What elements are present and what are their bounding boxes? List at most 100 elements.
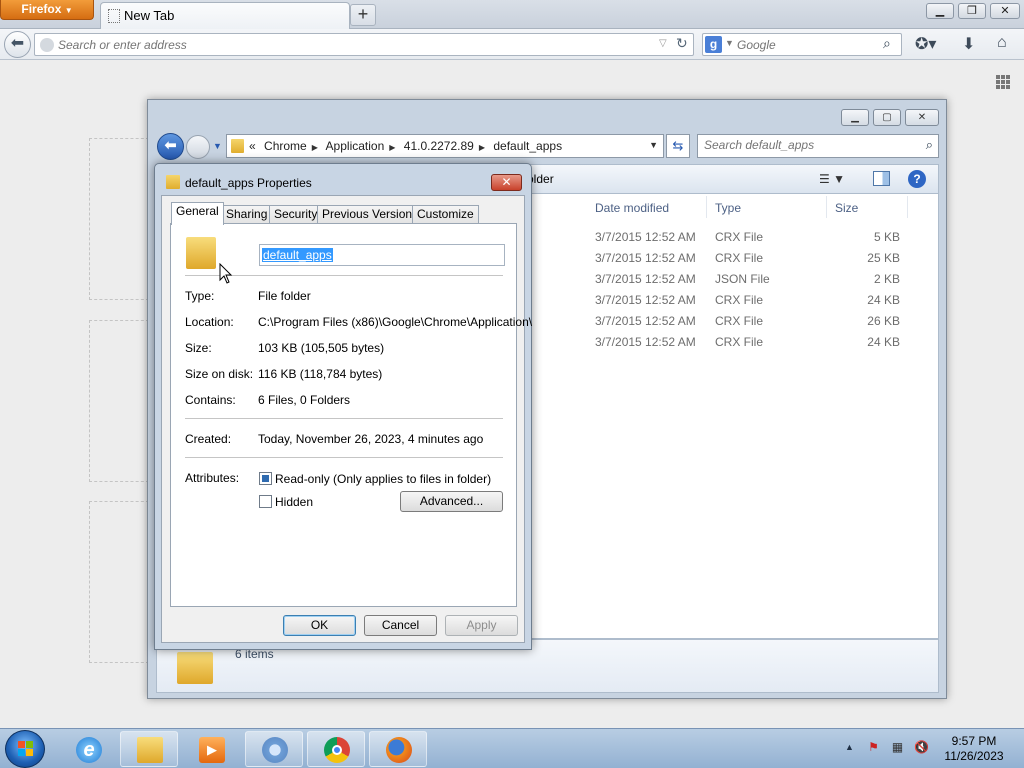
action-center-icon[interactable]: ⚑: [866, 740, 881, 755]
minimize-button[interactable]: ▁: [926, 3, 954, 19]
breadcrumb: « Chrome ▶ Application ▶ 41.0.2272.89 ▶ def…: [249, 139, 567, 153]
column-divider[interactable]: [706, 196, 707, 218]
column-header-date-modified[interactable]: Date modified: [595, 201, 669, 215]
breadcrumb-item[interactable]: default_apps: [493, 139, 562, 153]
explorer-search-input[interactable]: [704, 138, 904, 152]
bookmark-star-icon[interactable]: ✪▾: [915, 34, 936, 54]
search-icon[interactable]: ⌕: [883, 35, 891, 52]
empty-tile[interactable]: [89, 138, 149, 300]
chromium-icon: [262, 737, 288, 763]
dialog-title: default_apps Properties: [185, 176, 312, 190]
taskbar-internet-explorer[interactable]: e: [59, 731, 117, 767]
help-icon[interactable]: ?: [908, 170, 926, 188]
explorer-forward-button[interactable]: [186, 135, 210, 159]
tab-customize[interactable]: Customize: [412, 205, 479, 224]
address-input[interactable]: [58, 36, 648, 53]
tab-previous-versions[interactable]: Previous Versions: [317, 205, 424, 224]
chevron-right-icon[interactable]: ▶: [389, 143, 395, 152]
engine-dropdown-icon[interactable]: ▼: [725, 38, 734, 48]
firefox-menu-button[interactable]: Firefox ▼: [0, 0, 94, 20]
restore-button[interactable]: ❐: [958, 3, 986, 19]
taskbar-chromium[interactable]: [245, 731, 303, 767]
row-size: 24 KB: [867, 293, 900, 307]
column-divider[interactable]: [826, 196, 827, 218]
folder-name-field[interactable]: default_apps: [259, 244, 505, 266]
tab-sharing[interactable]: Sharing: [221, 205, 273, 224]
firefox-navigation-bar: ⬅ ▽ ↻ g ▼ ⌕ ✪▾ ⬇ ⌂: [0, 29, 1024, 60]
cancel-button[interactable]: Cancel: [364, 615, 437, 636]
chevron-right-icon[interactable]: ▶: [312, 143, 318, 152]
address-dropdown-icon[interactable]: ▼: [649, 140, 658, 150]
row-date: 3/7/2015 12:52 AM: [595, 314, 696, 328]
row-type: CRX File: [715, 251, 764, 265]
google-engine-icon[interactable]: g: [705, 36, 722, 53]
breadcrumb-item[interactable]: 41.0.2272.89: [404, 139, 474, 153]
ok-button[interactable]: OK: [283, 615, 356, 636]
chevron-right-icon[interactable]: ▶: [479, 143, 485, 152]
change-view-icon[interactable]: ☰ ▼: [819, 172, 845, 186]
divider: [185, 418, 503, 419]
tab-general[interactable]: General: [171, 202, 224, 225]
firefox-icon: [386, 737, 412, 763]
hidden-label[interactable]: Hidden: [275, 495, 313, 509]
tab-new-tab[interactable]: New Tab: [100, 2, 350, 29]
dialog-close-button[interactable]: ✕: [491, 174, 522, 191]
taskbar-media-player[interactable]: ▶: [182, 731, 240, 767]
explorer-back-button[interactable]: ⬅: [157, 133, 184, 160]
history-dropdown-icon[interactable]: ▽: [659, 38, 667, 49]
search-bar[interactable]: g ▼ ⌕: [702, 33, 902, 56]
explorer-search-box[interactable]: ⌕: [697, 134, 939, 158]
row-type: CRX File: [715, 293, 764, 307]
folder-icon: [166, 175, 180, 189]
tab-security[interactable]: Security: [269, 205, 323, 224]
taskbar-windows-explorer[interactable]: [120, 731, 178, 767]
volume-muted-icon[interactable]: 🔇: [914, 740, 929, 755]
apps-grid-icon[interactable]: [996, 75, 1012, 91]
empty-tile[interactable]: [89, 320, 149, 482]
readonly-label[interactable]: Read-only (Only applies to files in fold…: [275, 472, 491, 486]
type-value: File folder: [258, 289, 311, 303]
breadcrumb-item[interactable]: Application: [326, 139, 385, 153]
close-button[interactable]: ✕: [990, 3, 1020, 19]
start-button[interactable]: [5, 730, 45, 768]
empty-tile[interactable]: [89, 501, 149, 663]
search-icon[interactable]: ⌕: [926, 137, 933, 153]
row-type: CRX File: [715, 335, 764, 349]
network-icon[interactable]: ▦: [890, 740, 905, 755]
reload-icon[interactable]: ↻: [676, 35, 688, 52]
apply-button[interactable]: Apply: [445, 615, 518, 636]
recent-pages-dropdown-icon[interactable]: ▼: [213, 141, 222, 151]
firefox-menu-label: Firefox: [21, 2, 62, 16]
taskbar-firefox[interactable]: [369, 731, 427, 767]
system-clock[interactable]: 9:57 PM 11/26/2023: [938, 734, 1010, 764]
address-bar[interactable]: ▽ ↻: [34, 33, 694, 56]
type-label: Type:: [185, 289, 215, 303]
advanced-button[interactable]: Advanced...: [400, 491, 503, 512]
new-tab-button[interactable]: +: [350, 4, 376, 26]
search-input[interactable]: [737, 36, 877, 53]
explorer-maximize-button[interactable]: ▢: [873, 109, 901, 126]
column-header-size[interactable]: Size: [835, 201, 858, 215]
windows-logo-icon: [18, 741, 34, 757]
explorer-close-button[interactable]: ✕: [905, 109, 939, 126]
blank-page-icon: [108, 9, 120, 23]
created-label: Created:: [185, 432, 232, 446]
downloads-icon[interactable]: ⬇: [962, 34, 975, 54]
readonly-checkbox[interactable]: [259, 472, 272, 485]
explorer-minimize-button[interactable]: ▁: [841, 109, 869, 126]
tab-label: New Tab: [124, 8, 175, 23]
column-header-type[interactable]: Type: [715, 201, 741, 215]
location-value: C:\Program Files (x86)\Google\Chrome\App…: [258, 315, 533, 329]
show-hidden-icons-icon[interactable]: ▲: [845, 742, 854, 752]
explorer-address-bar[interactable]: « Chrome ▶ Application ▶ 41.0.2272.89 ▶ def…: [226, 134, 664, 158]
breadcrumb-item[interactable]: Chrome: [264, 139, 307, 153]
column-divider[interactable]: [907, 196, 908, 218]
taskbar-chrome[interactable]: [307, 731, 365, 767]
hidden-checkbox[interactable]: [259, 495, 272, 508]
row-date: 3/7/2015 12:52 AM: [595, 251, 696, 265]
preview-pane-icon[interactable]: [873, 171, 890, 186]
home-icon[interactable]: ⌂: [997, 34, 1007, 52]
breadcrumb-overflow[interactable]: «: [249, 139, 256, 153]
explorer-refresh-button[interactable]: ⇆: [666, 134, 690, 158]
back-button[interactable]: ⬅: [4, 31, 31, 58]
